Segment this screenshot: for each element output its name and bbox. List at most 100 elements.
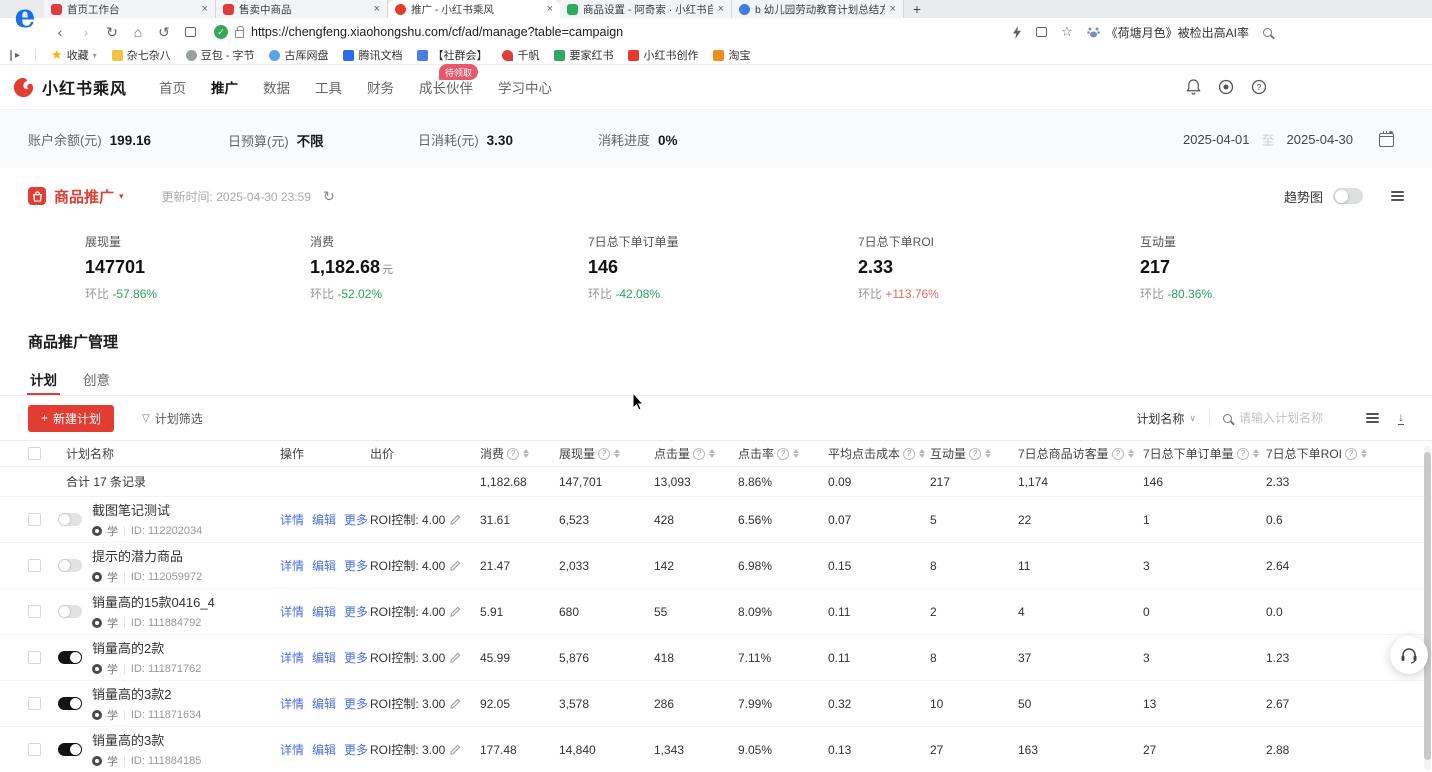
tab-close-icon[interactable]: × — [547, 3, 553, 15]
forward-button[interactable]: › — [74, 24, 98, 40]
scrollbar[interactable] — [1424, 446, 1431, 770]
sort-icon[interactable] — [1361, 449, 1367, 459]
undo-close-button[interactable]: ↺ — [152, 24, 176, 41]
nav-home[interactable]: 首页 — [159, 77, 186, 97]
nav-promotion[interactable]: 推广 — [211, 77, 238, 97]
url-field[interactable]: ✓ https://chengfeng.xiaohongshu.com/cf/a… — [214, 25, 623, 39]
plan-name[interactable]: 销量高的3款 — [92, 730, 201, 749]
more-link[interactable]: 更多 — [344, 511, 368, 528]
tab-close-icon[interactable]: × — [202, 3, 208, 15]
edit-bid-icon[interactable] — [450, 698, 461, 709]
bookmark-item[interactable]: 豆包 - 字节 — [186, 47, 255, 63]
plan-name[interactable]: 提示的潜力商品 — [92, 546, 202, 565]
scrollbar-thumb[interactable] — [1424, 452, 1431, 760]
more-link[interactable]: 更多 — [344, 603, 368, 620]
bookmark-item[interactable]: 古厍网盘 — [269, 47, 328, 63]
browser-tab-active[interactable]: 推广 - 小红书乘风 × — [388, 0, 560, 18]
plan-toggle-on[interactable] — [58, 743, 82, 756]
sort-icon[interactable] — [523, 449, 529, 459]
browser-tab[interactable]: 售卖中商品 × — [216, 0, 388, 18]
detail-link[interactable]: 详情 — [280, 603, 304, 620]
tab-close-icon[interactable]: × — [374, 3, 380, 15]
url-text[interactable]: https://chengfeng.xiaohongshu.com/cf/ad/… — [251, 25, 623, 39]
more-link[interactable]: 更多 — [344, 741, 368, 758]
favorite-star-icon[interactable]: ☆ — [1061, 24, 1073, 40]
nav-partner[interactable]: 成长伙伴 待领取 — [419, 77, 473, 97]
info-icon[interactable] — [777, 448, 789, 460]
row-checkbox[interactable] — [28, 651, 41, 664]
bookmark-item[interactable]: 腾讯文档 — [343, 47, 402, 63]
customer-service-button[interactable] — [1390, 636, 1428, 674]
tab-close-icon[interactable]: × — [718, 3, 724, 15]
refresh-button[interactable]: ↻ — [100, 24, 124, 41]
security-shield-icon[interactable]: ✓ — [214, 25, 228, 39]
browser-tab[interactable]: b 幼儿园劳动教育计划总结方案… × — [732, 0, 904, 18]
browser-tab[interactable]: 商品设置 - 阿奇索 · 小红书自动… × — [560, 0, 732, 18]
bookmark-item[interactable]: 要家红书 — [554, 47, 613, 63]
trend-chart-toggle[interactable] — [1333, 188, 1363, 204]
search-field-selector[interactable]: 计划名称 ∨ — [1136, 410, 1196, 427]
info-icon[interactable] — [1345, 448, 1357, 460]
lightning-icon[interactable] — [1012, 26, 1022, 39]
plan-name[interactable]: 销量高的2款 — [92, 638, 201, 657]
sort-icon[interactable] — [1253, 449, 1259, 459]
browser-tab[interactable]: 首页工作台 × — [44, 0, 216, 18]
back-button[interactable]: ‹ — [48, 24, 72, 40]
edit-link[interactable]: 编辑 — [312, 695, 336, 712]
plan-search[interactable] — [1223, 411, 1349, 425]
select-all-checkbox[interactable] — [28, 447, 41, 460]
plan-toggle-on[interactable] — [58, 651, 82, 664]
detail-link[interactable]: 详情 — [280, 741, 304, 758]
sort-icon[interactable] — [985, 449, 991, 459]
plan-toggle-off[interactable] — [58, 559, 82, 572]
browser-notice[interactable]: 《荷塘月色》被检出高AI率 — [1087, 24, 1249, 41]
row-checkbox[interactable] — [28, 513, 41, 526]
plan-name[interactable]: 销量高的15款0416_4 — [92, 592, 215, 611]
plan-filter-button[interactable]: ▽ 计划筛选 — [142, 410, 203, 427]
more-link[interactable]: 更多 — [344, 695, 368, 712]
detail-link[interactable]: 详情 — [280, 649, 304, 666]
browser-logo[interactable]: e — [6, 0, 44, 34]
sort-icon[interactable] — [614, 449, 620, 459]
new-plan-button[interactable]: + 新建计划 — [28, 405, 114, 432]
sort-icon[interactable] — [793, 449, 799, 459]
search-icon[interactable] — [1263, 28, 1272, 37]
info-icon[interactable] — [507, 448, 519, 460]
sort-icon[interactable] — [1128, 449, 1134, 459]
edit-bid-icon[interactable] — [450, 744, 461, 755]
screenshot-icon[interactable] — [1036, 27, 1047, 37]
bookmark-item[interactable]: 淘宝 — [713, 47, 750, 63]
plan-toggle-off[interactable] — [58, 513, 82, 526]
col-7d-orders[interactable]: 7日总下单订单量 — [1143, 445, 1266, 462]
brand[interactable]: 小红书乘风 — [12, 75, 127, 99]
edit-bid-icon[interactable] — [450, 514, 461, 525]
bookmark-item[interactable]: 千帆 — [502, 47, 539, 63]
col-avg-cpc[interactable]: 平均点击成本 — [828, 445, 930, 462]
col-clicks[interactable]: 点击量 — [654, 445, 738, 462]
date-start[interactable]: 2025-04-01 — [1183, 132, 1250, 147]
plan-search-input[interactable] — [1239, 411, 1349, 425]
column-settings-icon[interactable] — [1366, 413, 1379, 423]
plan-toggle-on[interactable] — [58, 697, 82, 710]
metric-settings-icon[interactable] — [1391, 191, 1404, 201]
row-checkbox[interactable] — [28, 743, 41, 756]
detail-link[interactable]: 详情 — [280, 695, 304, 712]
info-icon[interactable] — [693, 448, 705, 460]
edit-link[interactable]: 编辑 — [312, 603, 336, 620]
col-7d-visitors[interactable]: 7日总商品访客量 — [1018, 445, 1143, 462]
info-icon[interactable] — [598, 448, 610, 460]
sort-icon[interactable] — [709, 449, 715, 459]
nav-learning[interactable]: 学习中心 — [498, 77, 552, 97]
info-icon[interactable] — [1237, 448, 1249, 460]
info-icon[interactable] — [969, 448, 981, 460]
sort-icon[interactable] — [919, 449, 925, 459]
tab-close-icon[interactable]: × — [890, 3, 896, 15]
bell-icon[interactable] — [1186, 79, 1201, 95]
detail-link[interactable]: 详情 — [280, 557, 304, 574]
col-engagement[interactable]: 互动量 — [930, 445, 1018, 462]
edit-link[interactable]: 编辑 — [312, 511, 336, 528]
bookmarks-root[interactable]: ★ 收藏 ▾ — [51, 47, 97, 63]
edit-link[interactable]: 编辑 — [312, 741, 336, 758]
refresh-icon[interactable]: ↻ — [323, 188, 335, 205]
promotion-type-selector[interactable]: 商品推广 — [54, 186, 114, 207]
